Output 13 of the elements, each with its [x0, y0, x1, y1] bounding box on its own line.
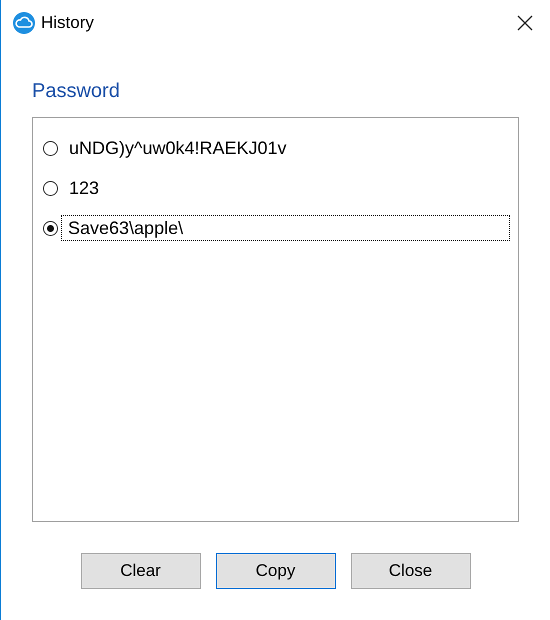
cloud-icon	[13, 12, 35, 34]
dialog-button[interactable]: Copy	[216, 553, 336, 589]
close-icon	[517, 15, 533, 31]
window-title: History	[41, 12, 94, 34]
dialog-button[interactable]: Clear	[80, 553, 200, 589]
radio-button[interactable]	[43, 180, 58, 196]
dialog-button[interactable]: Close	[350, 553, 470, 589]
radio-label: uNDG)y^uw0k4!RAEKJ01v	[68, 137, 288, 160]
radio-label: 123	[68, 177, 100, 200]
radio-button[interactable]	[43, 220, 58, 236]
radio-label: Save63\apple\	[61, 215, 510, 241]
group-label: Password	[32, 79, 121, 104]
radio-button[interactable]	[43, 140, 58, 156]
